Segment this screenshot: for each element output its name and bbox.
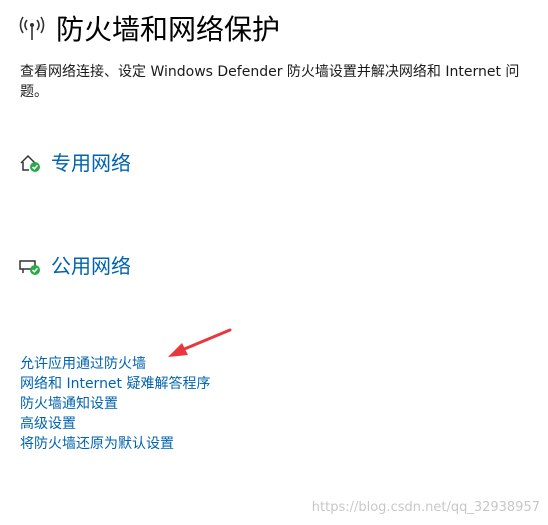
private-network-label: 专用网络 [51,151,131,175]
public-network-link[interactable]: 公用网络 [19,253,131,279]
antenna-signal-icon [19,16,45,40]
link-restore-firewall-defaults[interactable]: 将防火墙还原为默认设置 [20,434,211,454]
link-advanced-settings[interactable]: 高级设置 [20,414,211,434]
red-arrow-icon [168,328,232,357]
watermark: https://blog.csdn.net/qq_32938957 [311,500,540,515]
public-network-label: 公用网络 [51,254,131,278]
page-title: 防火墙和网络保护 [56,13,281,46]
firewall-links-list: 允许应用通过防火墙 网络和 Internet 疑难解答程序 防火墙通知设置 高级… [20,354,211,454]
private-network-house-check-icon [20,154,40,172]
private-network-link[interactable]: 专用网络 [19,150,131,176]
public-network-bench-check-icon [19,260,40,275]
link-network-troubleshooter[interactable]: 网络和 Internet 疑难解答程序 [20,374,211,394]
link-firewall-notification-settings[interactable]: 防火墙通知设置 [20,394,211,414]
page-description: 查看网络连接、设定 Windows Defender 防火墙设置并解决网络和 I… [20,64,520,100]
